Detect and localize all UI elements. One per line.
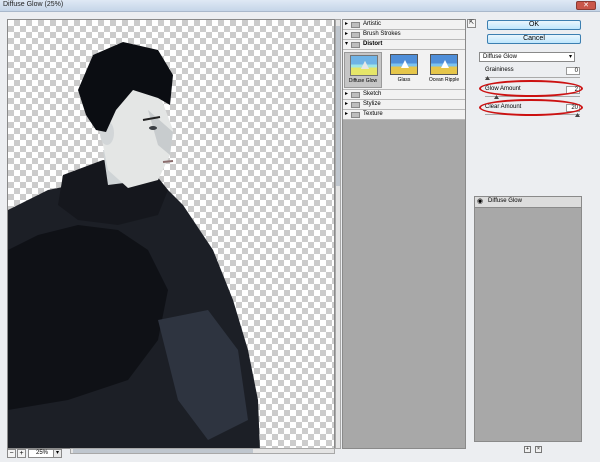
effect-layer-row[interactable]: ◉ Diffuse Glow <box>475 197 581 208</box>
photo-subject <box>8 42 260 448</box>
param-label: Graininess <box>485 67 514 73</box>
filter-thumb-ocean-ripple[interactable]: Ocean Ripple <box>425 52 463 88</box>
collapse-gallery-icon[interactable]: ⇱ <box>467 19 476 28</box>
category-label: Distort <box>363 41 383 47</box>
filter-thumb-label: Diffuse Glow <box>348 78 378 84</box>
effect-layers-panel: ◉ Diffuse Glow <box>474 196 582 442</box>
preview-horizontal-scrollbar[interactable] <box>70 448 335 454</box>
category-label: Brush Strokes <box>363 31 401 37</box>
minus-icon[interactable]: − <box>7 449 16 458</box>
annotation-ellipse-clear <box>479 99 583 116</box>
graininess-input[interactable]: 0 <box>566 67 580 75</box>
category-stylize[interactable]: ▸ Stylize <box>343 100 465 110</box>
eye-icon[interactable]: ◉ <box>477 198 485 206</box>
chevron-down-icon: ▾ <box>568 54 572 60</box>
thumbnail-image <box>350 55 378 76</box>
title-bar: Diffuse Glow (25%) ✕ <box>0 0 600 12</box>
category-brush-strokes[interactable]: ▸ Brush Strokes <box>343 30 465 40</box>
distort-thumbnails: Diffuse Glow Glass Ocean Ripple <box>343 50 465 90</box>
chevron-down-icon: ▾ <box>345 41 349 47</box>
new-effect-layer-icon[interactable]: + <box>524 446 531 453</box>
ok-button[interactable]: OK <box>487 20 581 30</box>
image-preview[interactable] <box>7 19 335 449</box>
folder-icon <box>351 102 360 108</box>
category-label: Texture <box>363 111 383 117</box>
category-label: Stylize <box>363 101 381 107</box>
zoom-level[interactable]: 25% <box>28 449 54 458</box>
effect-layer-name: Diffuse Glow <box>488 198 522 204</box>
window-title: Diffuse Glow (25%) <box>3 1 64 8</box>
close-button[interactable]: ✕ <box>576 1 596 10</box>
filter-gallery: ▸ Artistic ▸ Brush Strokes ▾ Distort Dif… <box>342 19 466 449</box>
slider-track[interactable] <box>485 77 580 78</box>
thumbnail-image <box>390 54 418 75</box>
folder-icon <box>351 22 360 28</box>
chevron-right-icon: ▸ <box>345 101 349 107</box>
chevron-right-icon: ▸ <box>345 91 349 97</box>
folder-icon <box>351 42 360 48</box>
vertical-scroll-thumb[interactable] <box>336 26 340 186</box>
filter-thumb-label: Ocean Ripple <box>428 77 460 83</box>
cancel-button[interactable]: Cancel <box>487 34 581 44</box>
filter-thumb-glass[interactable]: Glass <box>385 52 423 88</box>
folder-icon <box>351 112 360 118</box>
folder-icon <box>351 32 360 38</box>
preview-vertical-scrollbar[interactable] <box>335 19 341 449</box>
chevron-right-icon: ▸ <box>345 111 349 117</box>
folder-icon <box>351 92 360 98</box>
category-distort[interactable]: ▾ Distort <box>343 40 465 50</box>
chevron-right-icon: ▸ <box>345 21 349 27</box>
category-label: Artistic <box>363 21 381 27</box>
filter-thumb-label: Glass <box>397 77 411 83</box>
thumbnail-image <box>430 54 458 75</box>
filter-select-value: Diffuse Glow <box>483 54 517 60</box>
category-sketch[interactable]: ▸ Sketch <box>343 90 465 100</box>
annotation-ellipse-glow <box>479 80 583 97</box>
horizontal-scroll-thumb[interactable] <box>73 449 253 453</box>
category-artistic[interactable]: ▸ Artistic <box>343 20 465 30</box>
category-texture[interactable]: ▸ Texture <box>343 110 465 120</box>
filter-thumb-diffuse-glow[interactable]: Diffuse Glow <box>344 52 382 88</box>
plus-icon[interactable]: + <box>17 449 26 458</box>
trash-icon[interactable]: × <box>535 446 542 453</box>
category-label: Sketch <box>363 91 382 97</box>
chevron-down-icon[interactable]: ▾ <box>53 449 62 458</box>
chevron-right-icon: ▸ <box>345 31 349 37</box>
filter-select[interactable]: Diffuse Glow ▾ <box>479 52 575 62</box>
